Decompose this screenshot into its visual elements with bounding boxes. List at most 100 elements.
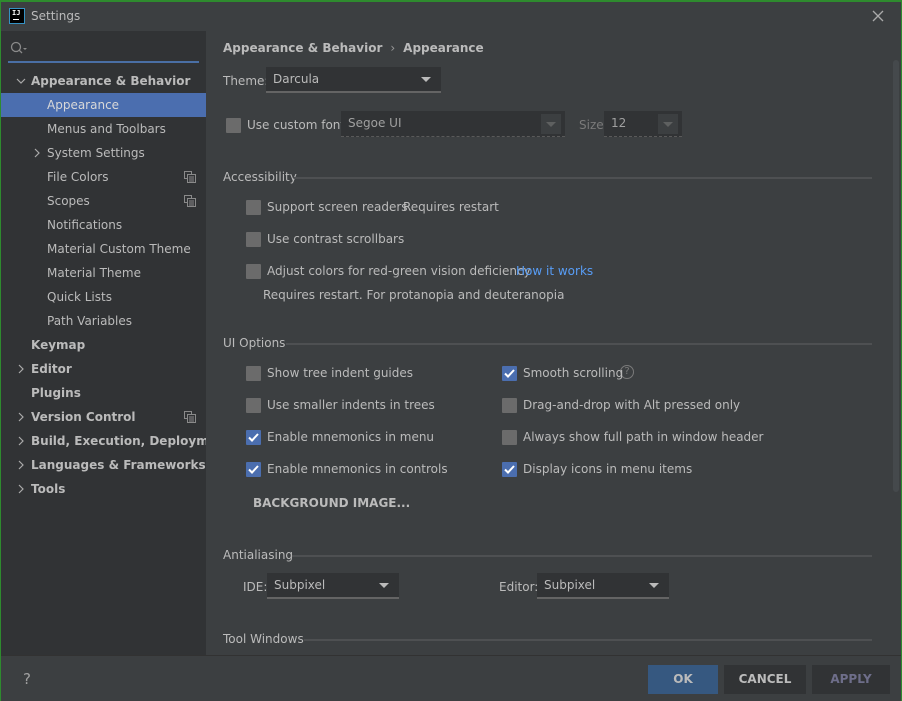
section-divider [286,343,872,345]
sidebar-item-languages-frameworks[interactable]: Languages & Frameworks [1,453,206,477]
ide-antialiasing-label: IDE: [243,580,268,594]
theme-value: Darcula [273,72,320,86]
intellij-app-icon: IJ [9,8,25,24]
sidebar-item-appearance-behavior[interactable]: Appearance & Behavior [1,69,206,93]
smooth-scrolling-checkbox[interactable] [502,366,517,381]
drag-and-drop-with-alt-pressed-only-checkbox[interactable] [502,398,517,413]
chevron-down-icon [379,583,389,588]
sidebar-item-material-custom-theme[interactable]: Material Custom Theme [1,237,206,261]
sidebar-item-label: Appearance [47,98,120,112]
project-level-icon [184,195,196,207]
drag-and-drop-with-alt-pressed-only-label: Drag-and-drop with Alt pressed only [523,398,741,412]
chevron-down-icon [421,77,431,82]
use-smaller-indents-in-trees-checkbox[interactable] [246,398,261,413]
enable-mnemonics-in-controls-checkbox[interactable] [246,462,261,477]
enable-mnemonics-in-menu-checkbox[interactable] [246,430,261,445]
sidebar-item-tools[interactable]: Tools [1,477,206,501]
sidebar-item-file-colors[interactable]: File Colors [1,165,206,189]
sidebar-item-label: Menus and Toolbars [47,122,166,136]
checkmark-icon [248,433,259,442]
tool-windows-section-title: Tool Windows [223,632,304,646]
sidebar-item-label: Material Theme [47,266,141,280]
sidebar-item-notifications[interactable]: Notifications [1,213,206,237]
sidebar-item-label: Version Control [31,410,136,424]
sidebar-item-build-execution-deployment[interactable]: Build, Execution, Deployment [1,429,231,453]
contrast-scrollbars-label: Use contrast scrollbars [267,232,405,246]
search-icon [10,41,27,54]
ide-antialiasing-dropdown[interactable]: Subpixel [267,573,399,599]
search-input[interactable] [8,35,199,63]
cancel-button[interactable]: CANCEL [724,665,806,694]
font-size-value: 12 [611,116,627,130]
sidebar-item-plugins[interactable]: Plugins [1,381,206,405]
use-smaller-indents-in-trees-label: Use smaller indents in trees [267,398,435,412]
chevron-down-icon[interactable] [15,69,27,93]
sidebar-item-label: Keymap [31,338,86,352]
section-divider [294,177,872,179]
enable-mnemonics-in-controls-label: Enable mnemonics in controls [267,462,448,476]
vertical-scrollbar[interactable] [893,60,899,492]
chevron-down-icon [541,114,561,134]
screen-readers-checkbox[interactable] [246,200,261,215]
checkmark-icon [504,369,515,378]
sidebar-item-version-control[interactable]: Version Control [1,405,206,429]
section-divider [292,555,872,557]
theme-label: Theme: [223,74,269,88]
sidebar-item-appearance[interactable]: Appearance [1,93,206,117]
custom-font-checkbox[interactable] [226,118,241,133]
screen-readers-note: Requires restart [403,200,499,214]
chevron-right-icon[interactable] [31,141,43,165]
font-dropdown[interactable]: Segoe UI [341,111,565,137]
display-icons-in-menu-items-checkbox[interactable] [502,462,517,477]
chevron-right-icon[interactable] [15,453,27,477]
sidebar-item-label: Appearance & Behavior [31,74,191,88]
ide-antialiasing-value: Subpixel [274,578,326,592]
sidebar-item-label: Scopes [47,194,90,208]
breadcrumb: Appearance & Behavior › Appearance [223,41,484,55]
sidebar-item-material-theme[interactable]: Material Theme [1,261,206,285]
editor-antialiasing-label: Editor: [499,580,539,594]
font-size-combo[interactable]: 12 [604,111,682,137]
sidebar-item-keymap[interactable]: Keymap [1,333,206,357]
sidebar-item-scopes[interactable]: Scopes [1,189,206,213]
sidebar-item-menus-and-toolbars[interactable]: Menus and Toolbars [1,117,206,141]
red-green-checkbox[interactable] [246,264,261,279]
editor-antialiasing-dropdown[interactable]: Subpixel [537,573,669,599]
chevron-down-icon [658,114,678,134]
settings-content: Appearance & Behavior › Appearance Theme: … [206,31,901,655]
checkmark-icon [248,465,259,474]
dialog-footer: ? OK CANCEL APPLY [1,655,901,701]
always-show-full-path-in-window-header-checkbox[interactable] [502,430,517,445]
sidebar-item-system-settings[interactable]: System Settings [1,141,206,165]
editor-antialiasing-value: Subpixel [544,578,596,592]
sidebar-item-label: File Colors [47,170,109,184]
chevron-right-icon[interactable] [15,357,27,381]
chevron-right-icon[interactable] [15,477,27,501]
sidebar-item-label: Path Variables [47,314,133,328]
chevron-down-icon [649,583,659,588]
chevron-right-icon[interactable] [15,405,27,429]
contrast-scrollbars-checkbox[interactable] [246,232,261,247]
close-button[interactable] [869,7,887,25]
help-button[interactable]: ? [23,670,31,688]
chevron-right-icon[interactable] [15,429,27,453]
theme-dropdown[interactable]: Darcula [266,67,441,93]
accessibility-section-title: Accessibility [223,170,297,184]
red-green-note: Requires restart. For protanopia and deu… [263,288,565,302]
sidebar-item-editor[interactable]: Editor [1,357,206,381]
sidebar-item-label: Material Custom Theme [47,242,191,256]
breadcrumb-parent[interactable]: Appearance & Behavior [223,41,382,55]
title-bar: IJ Settings [1,2,901,31]
how-it-works-link[interactable]: How it works [516,264,593,278]
apply-button[interactable]: APPLY [812,665,890,694]
antialiasing-section-title: Antialiasing [223,548,294,562]
enable-mnemonics-in-menu-label: Enable mnemonics in menu [267,430,435,444]
sidebar-item-quick-lists[interactable]: Quick Lists [1,285,206,309]
sidebar-item-label: Build, Execution, Deployment [31,434,232,448]
background-image-button[interactable]: BACKGROUND IMAGE... [253,496,410,510]
window-title: Settings [31,9,81,23]
show-tree-indent-guides-checkbox[interactable] [246,366,261,381]
ok-button[interactable]: OK [648,665,718,694]
sidebar-item-path-variables[interactable]: Path Variables [1,309,206,333]
display-icons-in-menu-items-label: Display icons in menu items [523,462,693,476]
